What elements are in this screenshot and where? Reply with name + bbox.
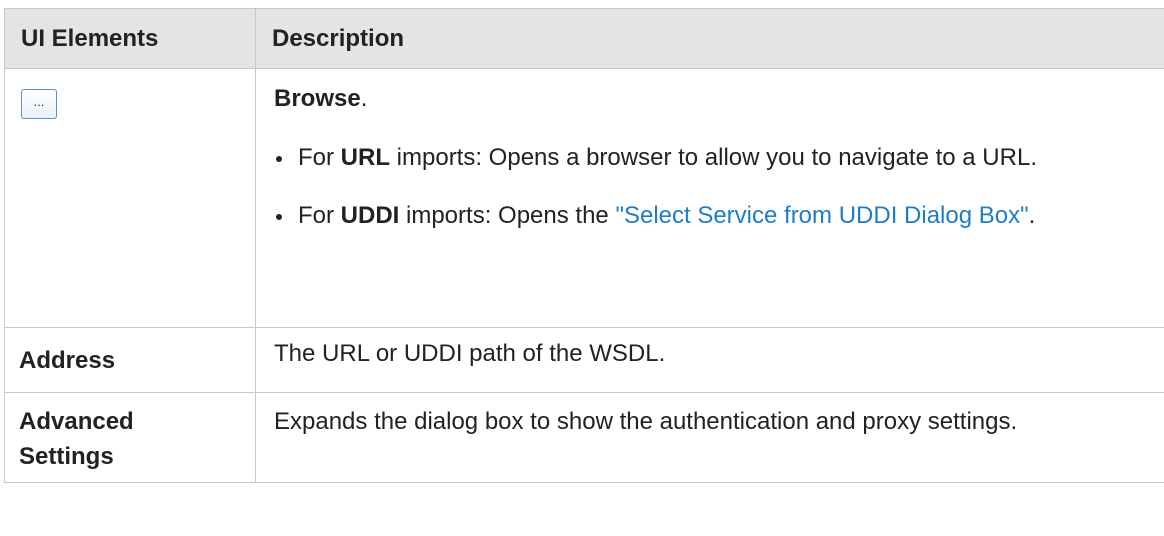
browse-title: Browse.: [274, 79, 1146, 116]
bullet-suffix: .: [1028, 202, 1036, 229]
table-header-row: UI Elements Description: [4, 8, 1164, 69]
browse-element-cell: ...: [4, 68, 256, 328]
table-row: ... Browse. For URL imports: Opens a bro…: [4, 68, 1164, 328]
bullet-text: imports: Opens the: [399, 202, 616, 229]
address-description-cell: The URL or UDDI path of the WSDL.: [255, 327, 1164, 393]
bullet-prefix: For: [298, 202, 341, 229]
browse-title-trail: .: [360, 85, 368, 112]
bullet-prefix: For: [298, 144, 341, 171]
table-row: Address The URL or UDDI path of the WSDL…: [4, 327, 1164, 393]
bullet-text: imports: Opens a browser to allow you to…: [390, 144, 1037, 171]
table-row: Advanced Settings Expands the dialog box …: [4, 392, 1164, 483]
header-description: Description: [255, 8, 1164, 69]
bullet-keyword: UDDI: [340, 202, 400, 229]
advanced-description-cell: Expands the dialog box to show the authe…: [255, 392, 1164, 483]
address-label: Address: [19, 346, 116, 374]
bullet-keyword: URL: [340, 144, 390, 171]
list-item: For URL imports: Opens a browser to allo…: [274, 140, 1146, 175]
browse-button-icon[interactable]: ...: [21, 89, 57, 119]
browse-title-text: Browse: [274, 85, 361, 112]
select-service-uddi-link[interactable]: "Select Service from UDDI Dialog Box": [615, 202, 1028, 229]
list-item: For UDDI imports: Opens the "Select Serv…: [274, 198, 1146, 233]
browse-bullet-list: For URL imports: Opens a browser to allo…: [274, 140, 1146, 233]
browse-description-cell: Browse. For URL imports: Opens a browser…: [255, 68, 1164, 328]
header-ui-elements: UI Elements: [4, 8, 256, 69]
advanced-element-cell: Advanced Settings: [4, 392, 256, 483]
address-element-cell: Address: [4, 327, 256, 393]
ui-elements-table: UI Elements Description ... Browse. For …: [4, 8, 1164, 483]
advanced-label-line1: Advanced: [19, 408, 134, 435]
advanced-label-line2: Settings: [19, 443, 114, 470]
